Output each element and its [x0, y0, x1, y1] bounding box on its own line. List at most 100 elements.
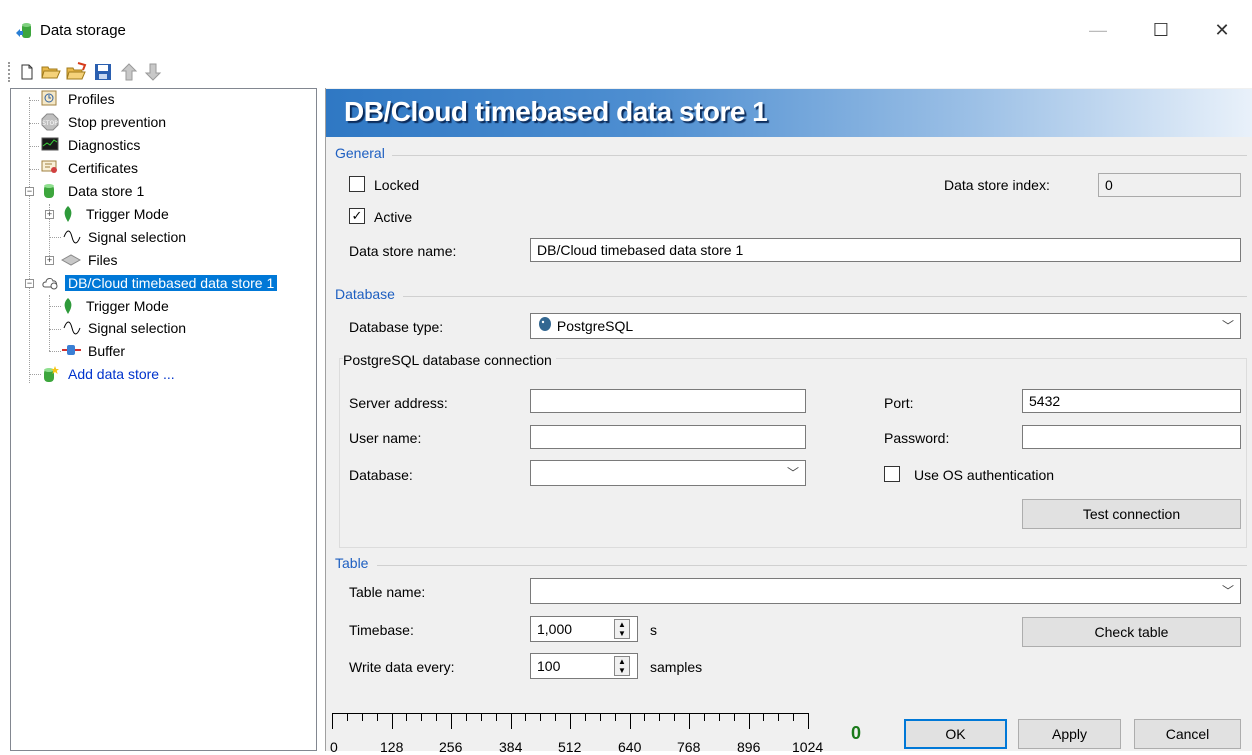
ruler-tick — [644, 713, 645, 721]
section-table: Table — [335, 555, 369, 571]
expand-files[interactable]: + — [45, 256, 54, 265]
ruler-tick — [481, 713, 482, 721]
ruler-tick — [808, 713, 809, 729]
table-name-select[interactable]: ﹀ — [530, 578, 1241, 604]
trigger-icon — [61, 205, 79, 223]
ruler-tick-label: 640 — [618, 739, 642, 755]
tree-item-trigger-mode-2[interactable]: Trigger Mode — [61, 296, 172, 316]
write-data-every-label: Write data every: — [349, 659, 455, 675]
maximize-button[interactable]: ☐ — [1138, 12, 1184, 48]
cancel-button[interactable]: Cancel — [1134, 719, 1241, 749]
save-icon[interactable] — [92, 61, 114, 83]
tree-item-signal-selection[interactable]: Signal selection — [63, 227, 189, 247]
connection-group-title: PostgreSQL database connection — [343, 352, 556, 368]
use-os-auth-label: Use OS authentication — [914, 467, 1055, 483]
tree-item-cloud-store-1[interactable]: DB/Cloud timebased data store 1 — [41, 273, 278, 293]
ruler-tick — [451, 713, 452, 729]
server-address-input[interactable] — [530, 389, 806, 413]
ruler-tick — [362, 713, 363, 721]
chevron-down-icon: ﹀ — [1221, 319, 1234, 333]
timebase-spinner[interactable]: ▲ ▼ — [614, 619, 630, 639]
section-divider — [377, 565, 1247, 566]
database-type-select[interactable]: PostgreSQL ﹀ — [530, 313, 1241, 339]
user-name-label: User name: — [349, 430, 422, 446]
window-title: Data storage — [40, 22, 126, 39]
add-data-store-link[interactable]: Add data store ... — [41, 364, 178, 384]
section-divider — [403, 296, 1247, 297]
active-label: Active — [374, 209, 413, 225]
apply-button[interactable]: Apply — [1018, 719, 1121, 749]
ruler-tick — [659, 713, 660, 721]
tree-item-signal-selection-2[interactable]: Signal selection — [63, 318, 189, 338]
move-up-icon[interactable] — [118, 61, 140, 83]
ruler-tick-label: 384 — [499, 739, 523, 755]
ruler-tick — [406, 713, 407, 721]
tree-item-profiles[interactable]: Profiles — [41, 89, 118, 109]
tree-item-buffer[interactable]: Buffer — [61, 341, 128, 361]
ruler-tick — [585, 713, 586, 721]
check-table-button[interactable]: Check table — [1022, 617, 1241, 647]
ruler-tick-label: 512 — [558, 739, 582, 755]
ruler-tick — [793, 713, 794, 721]
use-os-auth-checkbox[interactable] — [884, 466, 900, 482]
open-icon[interactable] — [40, 61, 62, 83]
close-button[interactable]: ✕ — [1199, 12, 1245, 48]
new-icon[interactable] — [16, 61, 38, 83]
postgresql-icon — [537, 315, 553, 339]
buffer-icon — [61, 342, 81, 360]
minimize-button[interactable]: — — [1075, 12, 1121, 48]
ruler-tick — [436, 713, 437, 721]
toolbar-grip[interactable] — [8, 62, 12, 82]
data-store-name-input[interactable]: DB/Cloud timebased data store 1 — [530, 238, 1241, 262]
locked-checkbox[interactable] — [349, 176, 365, 192]
ruler-tick — [540, 713, 541, 721]
user-name-input[interactable] — [530, 425, 806, 449]
database-type-value: PostgreSQL — [556, 318, 634, 334]
ruler-tick-label: 1024 — [792, 739, 824, 755]
expand-trigger-mode[interactable]: + — [45, 210, 54, 219]
collapse-data-store-1[interactable]: − — [25, 187, 34, 196]
ruler-tick — [377, 713, 378, 721]
chevron-down-icon: ﹀ — [786, 466, 799, 480]
tree-item-certificates[interactable]: Certificates — [41, 158, 141, 178]
ruler-tick — [392, 713, 393, 729]
write-data-every-spinner[interactable]: ▲ ▼ — [614, 656, 630, 676]
profiles-icon — [41, 90, 59, 108]
active-checkbox[interactable]: ✓ — [349, 208, 365, 224]
tree-item-trigger-mode[interactable]: Trigger Mode — [61, 204, 172, 224]
ruler-tick — [496, 713, 497, 721]
password-input[interactable] — [1022, 425, 1241, 449]
section-database: Database — [335, 286, 395, 302]
database-label: Database: — [349, 467, 413, 483]
port-input[interactable]: 5432 — [1022, 389, 1241, 413]
tree-item-files[interactable]: Files — [60, 250, 121, 270]
data-store-name-label: Data store name: — [349, 243, 457, 259]
diagnostics-icon — [41, 136, 59, 154]
open-folder-icon[interactable] — [66, 61, 88, 83]
database-select[interactable]: ﹀ — [530, 460, 806, 486]
ok-button[interactable]: OK — [904, 719, 1007, 749]
add-store-icon — [41, 365, 59, 383]
write-data-unit: samples — [650, 659, 703, 675]
cloud-store-icon — [41, 274, 59, 292]
tree-item-stop-prevention[interactable]: STOP Stop prevention — [41, 112, 169, 132]
tree-item-data-store-1[interactable]: Data store 1 — [41, 181, 147, 201]
collapse-cloud-store[interactable]: − — [25, 279, 34, 288]
ruler-tick — [778, 713, 779, 721]
ruler-tick — [615, 713, 616, 721]
ruler-tick-label: 768 — [677, 739, 701, 755]
test-connection-button[interactable]: Test connection — [1022, 499, 1241, 529]
page-title: DB/Cloud timebased data store 1 — [344, 96, 768, 127]
chevron-down-icon: ﹀ — [1221, 584, 1234, 598]
ruler-tick-label: 128 — [380, 739, 404, 755]
toolbar — [0, 58, 1252, 87]
ruler-tick — [570, 713, 571, 729]
ruler-tick — [347, 713, 348, 721]
svg-text:STOP: STOP — [42, 120, 58, 127]
tree-item-diagnostics[interactable]: Diagnostics — [41, 135, 143, 155]
port-label: Port: — [884, 395, 914, 411]
section-divider — [392, 155, 1247, 156]
move-down-icon[interactable] — [142, 61, 164, 83]
ruler-tick — [630, 713, 631, 729]
ruler-tick — [689, 713, 690, 729]
